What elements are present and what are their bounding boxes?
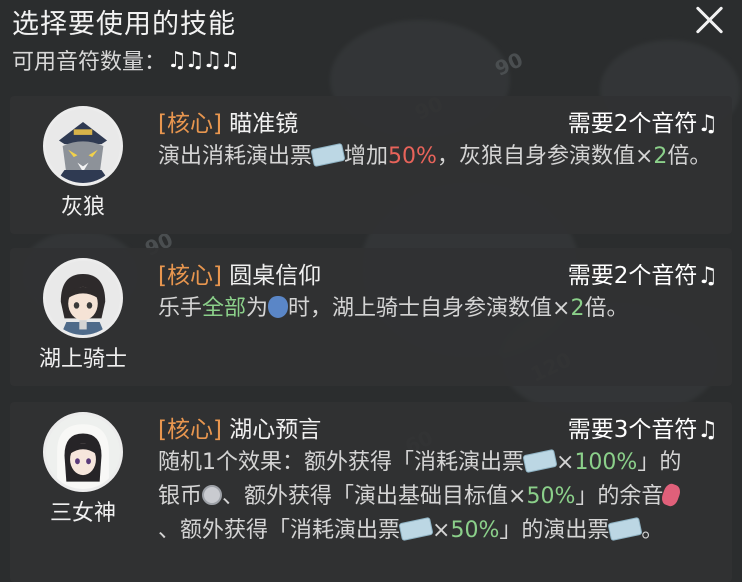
echo-gem-icon [660,481,683,509]
skill-card-aim-scope[interactable]: 灰狼 [核心] 瞄准镜 需要2个音符♫ 演出消耗演出票 增加50%，灰狼自身参演数… [10,96,732,234]
skill-tag: [核心] [158,263,222,289]
dialog-title: 选择要使用的技能 [12,9,236,40]
skill-cost: 需要2个音符♫ [567,111,718,137]
ticket-icon [398,516,434,542]
available-notes-row: 可用音符数量： ♫♫♫♫ [12,44,240,76]
avatar-grey-wolf [43,106,123,186]
ticket-icon [607,516,643,542]
skill-description: 演出消耗演出票 增加50%，灰狼自身参演数值×2倍。 [158,142,712,169]
skill-description: 乐手全部为 时，湖上骑士自身参演数值×2倍。 [158,296,629,321]
skill-dialog-header: 选择要使用的技能 可用音符数量： ♫♫♫♫ [12,0,732,84]
close-icon[interactable] [694,4,726,36]
character-name: 三女神 [49,501,116,526]
character-name: 灰狼 [60,195,105,220]
music-note-icon: ♫ [697,417,718,443]
silver-coin-icon [202,485,223,505]
skill-name: 湖心预言 [229,417,322,443]
available-notes-label: 可用音符数量： [12,50,167,75]
music-note-icon: ♫ [697,263,718,289]
music-note-icon: ♫♫♫♫ [167,47,240,73]
music-note-icon: ♫ [697,111,718,137]
skill-tag: [核心] [158,111,222,137]
skill-name: 瞄准镜 [229,111,299,137]
skill-name: 圆桌信仰 [229,263,322,289]
skill-description: 随机1个效果：额外获得「消耗演出票 ×100%」的银币 、额外获得「演出基础目标值×… [158,448,683,543]
skill-title: [核心] 圆桌信仰 [158,256,321,290]
skill-title: [核心] 湖心预言 [158,410,321,444]
skill-title: [核心] 瞄准镜 [158,104,298,138]
knight-mask-icon [268,296,289,318]
skill-tag: [核心] [158,417,222,443]
ticket-icon [310,142,346,168]
avatar-lake-knight [43,258,123,338]
skill-card-round-table-faith[interactable]: 湖上骑士 [核心] 圆桌信仰 需要2个音符♫ 乐手全部为 时，湖上骑士自身参演数值… [10,248,732,386]
skill-cost: 需要2个音符♫ [567,263,718,289]
ticket-icon [522,448,558,474]
avatar-three-goddesses [43,412,123,492]
character-name: 湖上骑士 [38,347,127,372]
skill-card-lake-prophecy[interactable]: 三女神 [核心] 湖心预言 需要3个音符♫ 随机1个效果：额外获得「消耗演出票 ×… [10,402,732,582]
skill-cost: 需要3个音符♫ [567,417,718,443]
